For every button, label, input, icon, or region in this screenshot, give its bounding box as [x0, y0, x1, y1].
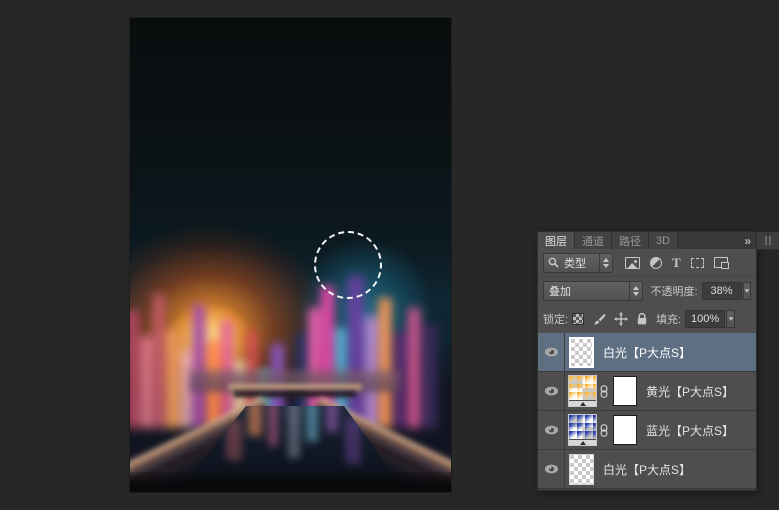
- filter-shape-layers-icon[interactable]: [690, 257, 704, 268]
- filter-smart-objects-icon[interactable]: [713, 257, 729, 269]
- bridge-shadow: [234, 391, 356, 397]
- filter-pixel-layers-icon[interactable]: [625, 256, 640, 269]
- layer-row-yellow-light[interactable]: 黄光【P大点S】: [538, 372, 756, 411]
- fill-dropdown-arrow[interactable]: [726, 310, 736, 328]
- layer-filter-row: 类型 T: [538, 249, 756, 277]
- gradient-fill-thumbnail[interactable]: [568, 414, 597, 446]
- panel-collapse-icon[interactable]: »: [738, 232, 756, 249]
- layers-list: 白光【P大点S】 黄光【P大点S】 蓝光【P大点S】 白光【P大点S】: [538, 333, 756, 490]
- lock-label: 锁定:: [543, 314, 569, 326]
- visibility-toggle[interactable]: [538, 333, 565, 371]
- visibility-toggle[interactable]: [538, 372, 565, 410]
- opacity-value-field[interactable]: 38%: [701, 282, 742, 300]
- layer-row-white-light-top[interactable]: 白光【P大点S】: [538, 333, 756, 372]
- filter-kind-dropdown[interactable]: 类型: [543, 252, 613, 273]
- fill-value-field[interactable]: 100%: [685, 310, 726, 328]
- layers-panel: 图层 通道 路径 3D » 类型 T 叠加 不透明度: 38% 锁定: 填充: …: [538, 232, 756, 490]
- layer-name[interactable]: 白光【P大点S】: [603, 461, 691, 478]
- search-icon: [548, 257, 559, 268]
- lock-position-move-icon[interactable]: [614, 312, 629, 326]
- mask-link-icon[interactable]: [600, 423, 608, 437]
- layer-row-blue-light[interactable]: 蓝光【P大点S】: [538, 411, 756, 450]
- canal-bridge: [228, 384, 362, 391]
- filter-kind-label: 类型: [564, 257, 586, 270]
- tab-paths[interactable]: 路径: [612, 232, 649, 249]
- visibility-toggle[interactable]: [538, 411, 565, 449]
- chevron-updown-icon: [628, 282, 642, 300]
- chevron-updown-icon: [599, 253, 612, 272]
- gradient-fill-thumbnail[interactable]: [568, 375, 597, 407]
- corner-shade-left: [130, 432, 200, 492]
- lock-pixels-brush-icon[interactable]: [592, 313, 606, 326]
- eye-icon: [544, 386, 558, 396]
- adjacent-panel-fragment: [757, 232, 779, 250]
- layer-mask-thumbnail[interactable]: [613, 376, 637, 406]
- panel-tab-bar: 图层 通道 路径 3D »: [538, 232, 756, 249]
- filter-adjustment-layers-icon[interactable]: [650, 256, 662, 269]
- document-canvas[interactable]: [130, 18, 451, 492]
- layer-thumbnail[interactable]: [569, 336, 594, 368]
- blend-opacity-row: 叠加 不透明度: 38%: [538, 277, 756, 305]
- blend-mode-dropdown[interactable]: 叠加: [543, 281, 643, 301]
- opacity-label: 不透明度:: [650, 286, 698, 298]
- visibility-toggle[interactable]: [538, 450, 565, 488]
- blend-mode-value: 叠加: [549, 286, 571, 298]
- corner-shade-right: [381, 432, 451, 492]
- tab-layers[interactable]: 图层: [538, 232, 575, 249]
- eye-icon: [544, 347, 558, 357]
- lock-all-padlock-icon[interactable]: [636, 312, 648, 326]
- layer-mask-thumbnail[interactable]: [613, 415, 637, 445]
- layer-row-white-light-bottom[interactable]: 白光【P大点S】: [538, 450, 756, 489]
- fill-label: 填充:: [656, 314, 682, 326]
- eye-icon: [544, 425, 558, 435]
- mask-link-icon[interactable]: [600, 384, 608, 398]
- layer-name[interactable]: 蓝光【P大点S】: [646, 422, 734, 439]
- tab-3d[interactable]: 3D: [649, 232, 679, 249]
- tab-channels[interactable]: 通道: [575, 232, 612, 249]
- layer-thumbnail[interactable]: [569, 453, 594, 485]
- lock-transparency-icon[interactable]: [572, 313, 585, 325]
- opacity-dropdown-arrow[interactable]: [742, 282, 751, 300]
- filter-type-layers-icon[interactable]: T: [672, 256, 681, 269]
- layer-name[interactable]: 黄光【P大点S】: [646, 383, 734, 400]
- eye-icon: [544, 464, 558, 474]
- lock-fill-row: 锁定: 填充: 100%: [538, 305, 756, 333]
- elliptical-selection-marquee[interactable]: [314, 231, 382, 299]
- layer-name[interactable]: 白光【P大点S】: [603, 344, 691, 361]
